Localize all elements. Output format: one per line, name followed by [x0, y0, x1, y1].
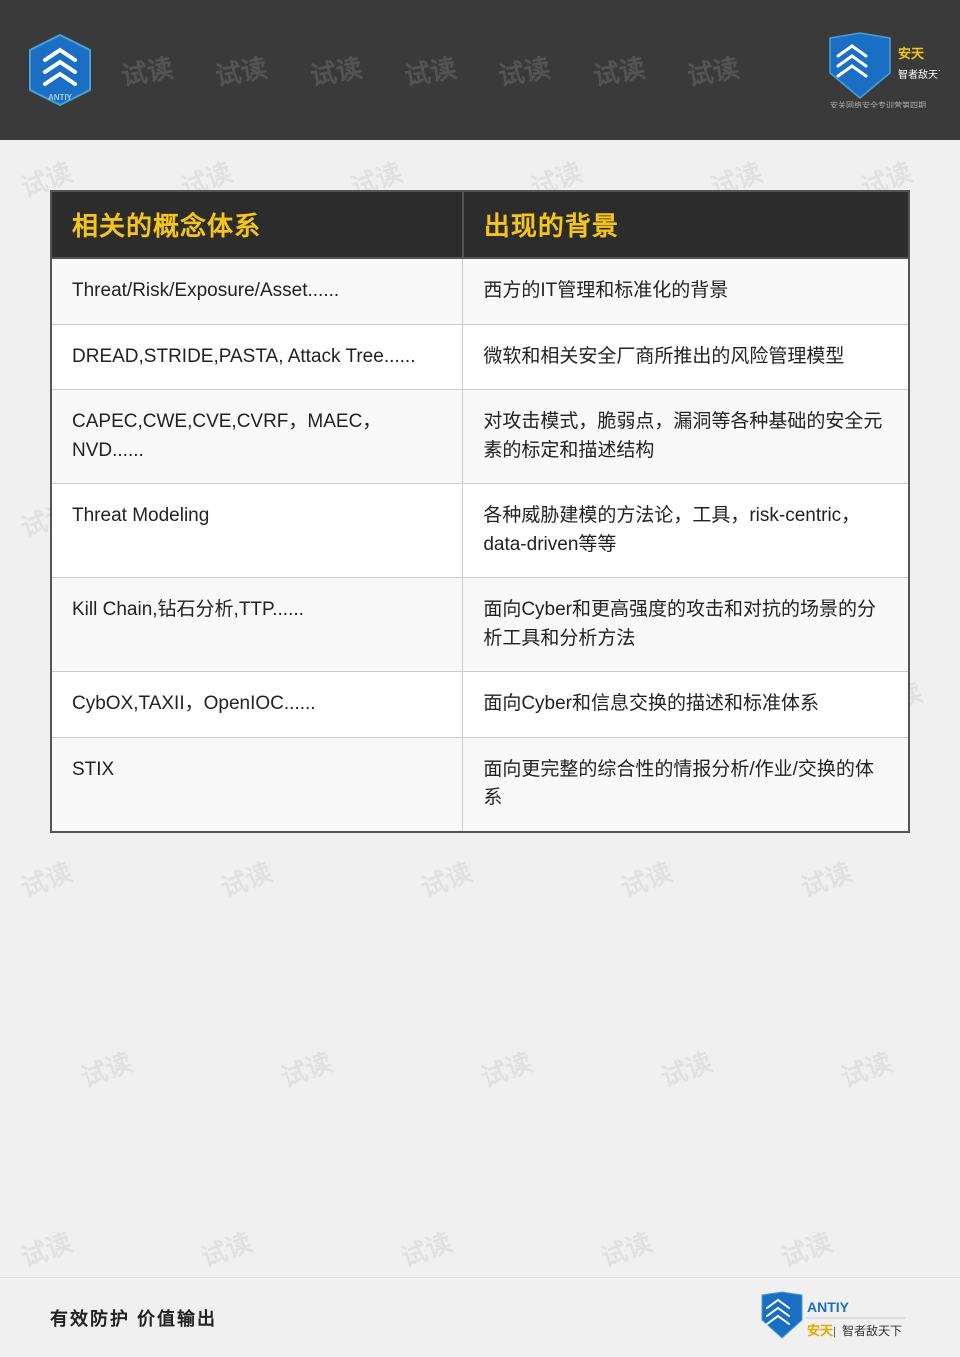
- concept-table: 相关的概念体系 出现的背景 Threat/Risk/Exposure/Asset…: [50, 190, 910, 833]
- header-watermark: 试读: [307, 47, 365, 92]
- svg-text:安关网络安全专训营第四期: 安关网络安全专训营第四期: [830, 100, 926, 108]
- svg-text:安天: 安天: [898, 46, 925, 61]
- logo-container: ANTIY: [20, 30, 100, 110]
- footer-antiy-logo: ANTIY 安天 | 智者敌天下: [750, 1290, 910, 1345]
- header-watermark: 试读: [590, 47, 648, 92]
- table-cell-background: 各种威胁建模的方法论，工具，risk-centric，data-driven等等: [463, 484, 909, 578]
- svg-text:智者敌天下: 智者敌天下: [842, 1323, 902, 1338]
- main-content: 相关的概念体系 出现的背景 Threat/Risk/Exposure/Asset…: [0, 140, 960, 873]
- table-row: Kill Chain,钻石分析,TTP......面向Cyber和更高强度的攻击…: [51, 578, 909, 672]
- table-cell-background: 面向Cyber和信息交换的描述和标准体系: [463, 672, 909, 738]
- table-cell-background: 面向更完整的综合性的情报分析/作业/交换的体系: [463, 737, 909, 832]
- logo-icon: ANTIY: [20, 30, 100, 110]
- table-row: DREAD,STRIDE,PASTA, Attack Tree......微软和…: [51, 324, 909, 390]
- svg-text:ANTIY: ANTIY: [807, 1299, 850, 1315]
- table-cell-concept: STIX: [51, 737, 463, 832]
- header: 试读 试读 试读 试读 试读 试读 试读 ANTIY 安天 智者敌天下: [0, 0, 960, 140]
- table-cell-background: 西方的IT管理和标准化的背景: [463, 258, 909, 324]
- table-row: STIX面向更完整的综合性的情报分析/作业/交换的体系: [51, 737, 909, 832]
- svg-text:智者敌天下: 智者敌天下: [898, 68, 940, 81]
- table-row: CybOX,TAXII，OpenIOC......面向Cyber和信息交换的描述…: [51, 672, 909, 738]
- table-cell-background: 面向Cyber和更高强度的攻击和对抗的场景的分析工具和分析方法: [463, 578, 909, 672]
- svg-text:安天: 安天: [807, 1323, 834, 1338]
- svg-text:|: |: [833, 1326, 836, 1338]
- col2-header: 出现的背景: [463, 191, 909, 258]
- footer-logo: ANTIY 安天 | 智者敌天下: [750, 1290, 910, 1345]
- footer: 有效防护 价值输出 ANTIY 安天 | 智者敌天下: [0, 1277, 960, 1357]
- col1-header: 相关的概念体系: [51, 191, 463, 258]
- footer-tagline: 有效防护 价值输出: [50, 1305, 217, 1331]
- header-right-logo: 安天 智者敌天下 安关网络安全专训营第四期: [810, 28, 940, 113]
- table-row: Threat Modeling各种威胁建模的方法论，工具，risk-centri…: [51, 484, 909, 578]
- table-row: Threat/Risk/Exposure/Asset......西方的IT管理和…: [51, 258, 909, 324]
- header-watermark: 试读: [495, 47, 553, 92]
- table-cell-concept: Kill Chain,钻石分析,TTP......: [51, 578, 463, 672]
- table-cell-background: 对攻击模式，脆弱点，漏洞等各种基础的安全元素的标定和描述结构: [463, 390, 909, 484]
- table-row: CAPEC,CWE,CVE,CVRF，MAEC，NVD......对攻击模式，脆…: [51, 390, 909, 484]
- table-cell-concept: CybOX,TAXII，OpenIOC......: [51, 672, 463, 738]
- table-cell-concept: Threat Modeling: [51, 484, 463, 578]
- antiy-right-logo: 安天 智者敌天下 安关网络安全专训营第四期: [810, 28, 940, 108]
- header-watermark: 试读: [118, 47, 176, 92]
- header-watermark: 试读: [684, 47, 742, 92]
- table-cell-concept: DREAD,STRIDE,PASTA, Attack Tree......: [51, 324, 463, 390]
- header-watermark: 试读: [213, 47, 271, 92]
- table-cell-concept: CAPEC,CWE,CVE,CVRF，MAEC，NVD......: [51, 390, 463, 484]
- svg-text:ANTIY: ANTIY: [48, 93, 73, 102]
- header-watermark: 试读: [401, 47, 459, 92]
- table-cell-background: 微软和相关安全厂商所推出的风险管理模型: [463, 324, 909, 390]
- table-cell-concept: Threat/Risk/Exposure/Asset......: [51, 258, 463, 324]
